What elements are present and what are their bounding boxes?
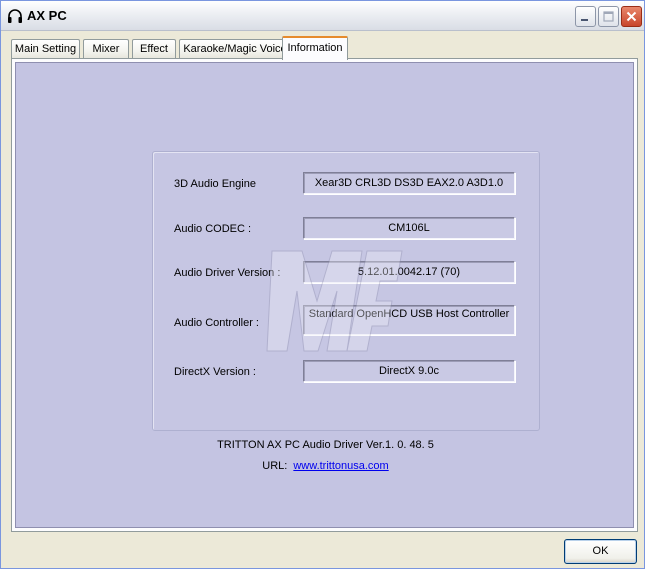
close-button[interactable]	[621, 6, 642, 27]
window-title: AX PC	[27, 8, 67, 23]
audio-codec-field: CM106L	[303, 217, 515, 239]
audio-engine-field: Xear3D CRL3D DS3D EAX2.0 A3D1.0	[303, 172, 515, 194]
minimize-icon	[581, 19, 588, 21]
tab-panel: 3D Audio Engine Xear3D CRL3D DS3D EAX2.0…	[11, 58, 638, 532]
tab-karaoke-magic-voice[interactable]: Karaoke/Magic Voice	[179, 39, 291, 59]
audio-codec-label: Audio CODEC :	[174, 223, 252, 235]
url-label: URL:	[262, 460, 288, 472]
driver-version-text: TRITTON AX PC Audio Driver Ver.1. 0. 48.…	[217, 439, 434, 451]
tab-effect[interactable]: Effect	[132, 39, 176, 59]
tab-mixer[interactable]: Mixer	[83, 39, 129, 59]
minimize-button[interactable]	[575, 6, 596, 27]
information-panel: 3D Audio Engine Xear3D CRL3D DS3D EAX2.0…	[15, 62, 634, 528]
close-icon	[626, 11, 637, 22]
title-bar[interactable]: AX PC	[1, 1, 644, 31]
app-window: AX PC Main Setting Mixer Effect Karaoke/…	[0, 0, 645, 569]
maximize-icon	[603, 11, 614, 22]
headphones-icon	[8, 9, 22, 23]
url-row: URL: www.trittonusa.com	[16, 460, 635, 472]
url-link[interactable]: www.trittonusa.com	[293, 460, 388, 472]
ok-button[interactable]: OK	[564, 539, 637, 564]
audio-engine-label: 3D Audio Engine	[174, 178, 256, 190]
tab-information[interactable]: Information	[282, 36, 348, 60]
watermark-logo	[266, 250, 403, 352]
audio-controller-label: Audio Controller :	[174, 317, 259, 329]
tab-main-setting[interactable]: Main Setting	[11, 39, 80, 59]
maximize-button[interactable]	[598, 6, 619, 27]
directx-version-label: DirectX Version :	[174, 366, 256, 378]
